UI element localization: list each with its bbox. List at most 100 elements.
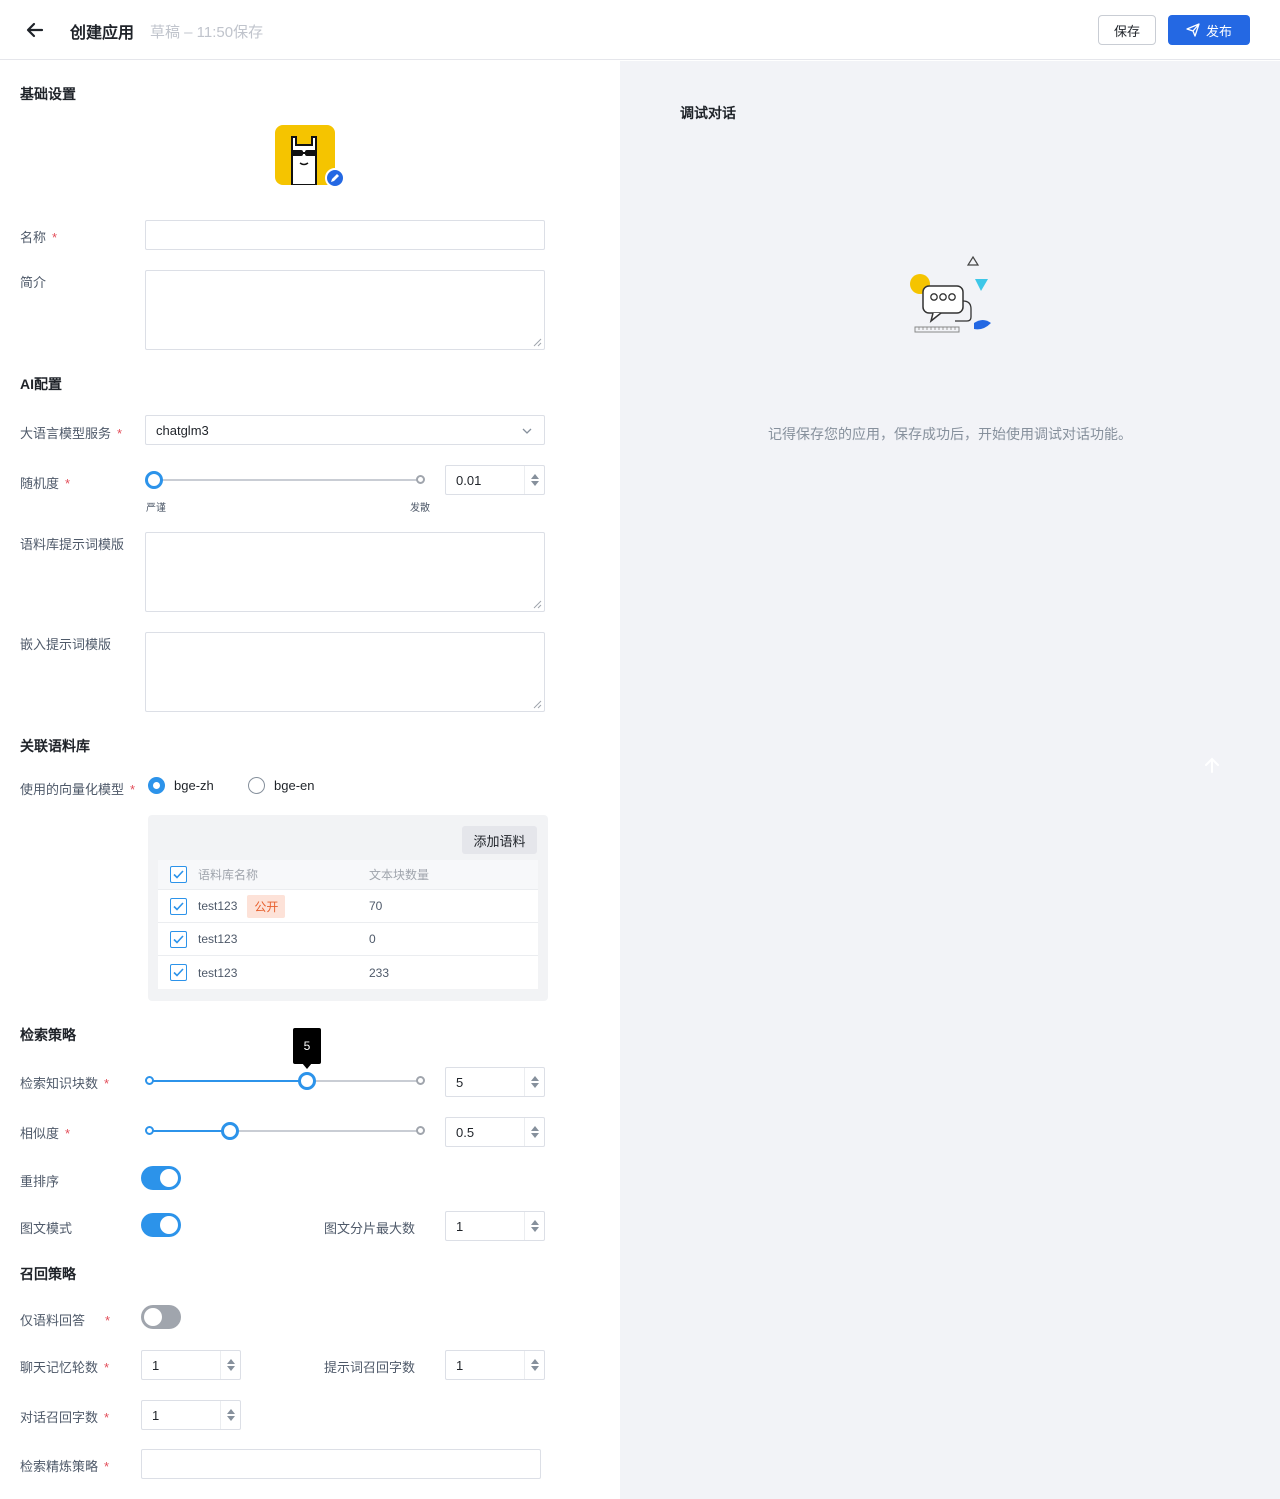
- select-all-checkbox[interactable]: [170, 866, 187, 883]
- save-button[interactable]: 保存: [1098, 15, 1156, 45]
- stepper[interactable]: [524, 1118, 544, 1146]
- stepper-up-icon[interactable]: [227, 1359, 235, 1364]
- corpus-table: 语料库名称 文本块数量 test123 公开 70 test123 0 test1…: [158, 860, 538, 989]
- stepper[interactable]: [524, 1351, 544, 1379]
- refine-input[interactable]: [141, 1449, 541, 1479]
- stepper-down-icon[interactable]: [531, 1366, 539, 1371]
- chat-bubbles-illustration-icon: [910, 255, 991, 333]
- only-corpus-toggle[interactable]: [141, 1305, 181, 1329]
- draft-status: 草稿 – 11:50保存: [150, 24, 264, 41]
- check-icon: [173, 870, 184, 879]
- row-checkbox[interactable]: [170, 931, 187, 948]
- llm-label: 大语言模型服务 *: [20, 426, 123, 441]
- check-icon: [173, 968, 184, 977]
- dialog-recall-label: 对话召回字数 *: [20, 1410, 110, 1425]
- similarity-value: 0.5: [456, 1124, 475, 1140]
- chunks-number-input[interactable]: 5: [445, 1067, 545, 1097]
- intro-textarea[interactable]: [145, 270, 545, 350]
- stepper-down-icon[interactable]: [531, 1133, 539, 1138]
- chunks-end-dot: [416, 1076, 425, 1085]
- stepper-up-icon[interactable]: [531, 1076, 539, 1081]
- toggle-knob: [144, 1308, 162, 1326]
- imagetext-max-input[interactable]: 1: [445, 1211, 545, 1241]
- chunks-label: 检索知识块数 *: [20, 1076, 110, 1091]
- add-corpus-button[interactable]: 添加语料: [462, 826, 537, 854]
- resize-handle-icon[interactable]: [533, 338, 542, 347]
- similarity-fill: [150, 1130, 230, 1132]
- radio-bge-en-label[interactable]: bge-en: [274, 778, 314, 793]
- only-corpus-label: 仅语料回答 *: [20, 1313, 111, 1328]
- check-icon: [173, 902, 184, 911]
- section-basic: 基础设置: [20, 86, 76, 102]
- back-arrow-icon[interactable]: [24, 19, 46, 41]
- stepper[interactable]: [220, 1401, 240, 1429]
- embed-prompt-label: 嵌入提示词模版: [20, 637, 112, 652]
- stepper-up-icon[interactable]: [531, 474, 539, 479]
- check-icon: [173, 935, 184, 944]
- prompt-recall-input[interactable]: 1: [445, 1350, 545, 1380]
- stepper-down-icon[interactable]: [227, 1416, 235, 1421]
- send-icon: [1186, 23, 1200, 37]
- resize-handle-icon[interactable]: [533, 600, 542, 609]
- table-row: test123 233: [158, 956, 538, 989]
- radio-bge-en[interactable]: [248, 777, 265, 794]
- stepper[interactable]: [524, 1068, 544, 1096]
- name-input[interactable]: [145, 220, 545, 250]
- stepper[interactable]: [524, 466, 544, 494]
- randomness-handle[interactable]: [145, 471, 163, 489]
- resize-handle-icon[interactable]: [533, 700, 542, 709]
- dialog-recall-input[interactable]: 1: [141, 1400, 241, 1430]
- prompt-recall-value: 1: [456, 1357, 464, 1373]
- stepper-up-icon[interactable]: [531, 1220, 539, 1225]
- radio-bge-zh[interactable]: [148, 777, 165, 794]
- tooltip-arrow: [302, 1063, 312, 1069]
- edit-avatar-icon[interactable]: [325, 168, 345, 188]
- row-checkbox[interactable]: [170, 964, 187, 981]
- stepper-down-icon[interactable]: [531, 1227, 539, 1232]
- randomness-number-input[interactable]: 0.01: [445, 465, 545, 495]
- top-bar: 创建应用 草稿 – 11:50保存 保存 发布: [0, 0, 1280, 60]
- publish-button[interactable]: 发布: [1168, 15, 1250, 45]
- rerank-label: 重排序: [20, 1174, 60, 1189]
- memory-value: 1: [152, 1357, 160, 1373]
- rerank-toggle[interactable]: [141, 1166, 181, 1190]
- page-title: 创建应用: [70, 25, 135, 42]
- refine-label: 检索精炼策略 *: [20, 1459, 110, 1474]
- stepper[interactable]: [524, 1212, 544, 1240]
- prompt-recall-label: 提示词召回字数: [324, 1360, 416, 1375]
- llm-selected-value: chatglm3: [156, 422, 209, 438]
- imagetext-max-value: 1: [456, 1218, 464, 1234]
- table-row: test123 0: [158, 923, 538, 956]
- corpus-prompt-textarea[interactable]: [145, 532, 545, 612]
- chunks-handle[interactable]: [298, 1072, 316, 1090]
- corpus-prompt-label: 语料库提示词模版: [20, 537, 125, 552]
- publish-label: 发布: [1205, 23, 1232, 39]
- back-to-top-icon[interactable]: [1203, 756, 1221, 774]
- stepper-down-icon[interactable]: [227, 1366, 235, 1371]
- imagetext-label: 图文模式: [20, 1221, 73, 1236]
- row-count: 70: [369, 899, 383, 913]
- empty-hint: 记得保存您的应用，保存成功后，开始使用调试对话功能。: [768, 426, 1132, 442]
- radio-bge-zh-label[interactable]: bge-zh: [174, 778, 214, 793]
- memory-input[interactable]: 1: [141, 1350, 241, 1380]
- section-recall: 召回策略: [20, 1266, 76, 1282]
- stepper-down-icon[interactable]: [531, 1083, 539, 1088]
- stepper-up-icon[interactable]: [531, 1359, 539, 1364]
- imagetext-toggle[interactable]: [141, 1213, 181, 1237]
- stepper-up-icon[interactable]: [227, 1409, 235, 1414]
- toggle-knob: [160, 1169, 178, 1187]
- vector-model-label: 使用的向量化模型 *: [20, 782, 136, 797]
- llm-select[interactable]: chatglm3: [145, 415, 545, 445]
- public-badge: 公开: [247, 894, 286, 918]
- embed-prompt-textarea[interactable]: [145, 632, 545, 712]
- similarity-handle[interactable]: [221, 1122, 239, 1140]
- memory-label: 聊天记忆轮数 *: [20, 1360, 110, 1375]
- section-ai: AI配置: [20, 376, 62, 392]
- similarity-number-input[interactable]: 0.5: [445, 1117, 545, 1147]
- stepper-down-icon[interactable]: [531, 481, 539, 486]
- similarity-label: 相似度 *: [20, 1126, 71, 1141]
- stepper[interactable]: [220, 1351, 240, 1379]
- row-checkbox[interactable]: [170, 898, 187, 915]
- randomness-track: [154, 479, 420, 481]
- stepper-up-icon[interactable]: [531, 1126, 539, 1131]
